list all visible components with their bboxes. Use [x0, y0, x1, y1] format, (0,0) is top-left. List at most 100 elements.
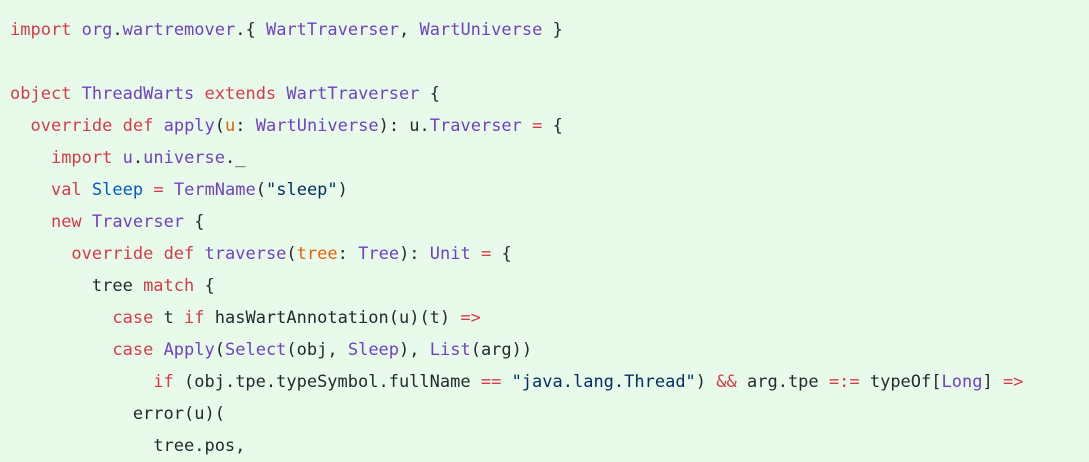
code-token-type: ThreadWarts	[81, 84, 195, 104]
code-token-plain: :	[337, 244, 359, 264]
code-token-kw: object	[10, 84, 72, 104]
code-token-type: org	[81, 20, 113, 40]
code-token-op: =	[153, 180, 164, 200]
code-line: import u.universe._	[10, 142, 1023, 174]
code-token-kw: match	[143, 276, 195, 296]
code-line: val Sleep = TermName("sleep")	[10, 174, 1023, 206]
code-token-type: Sleep	[347, 340, 400, 360]
code-token-kw: if	[184, 308, 205, 328]
code-token-kw: extends	[204, 84, 277, 104]
code-line: if (obj.tpe.typeSymbol.fullName == "java…	[10, 366, 1023, 398]
code-token-op: =	[480, 244, 492, 264]
code-token-kw: import	[50, 148, 113, 168]
code-line: tree match {	[10, 270, 1023, 302]
code-line: object ThreadWarts extends WartTraverser…	[10, 78, 1023, 110]
code-token-plain: {	[184, 212, 205, 232]
code-token-plain: t	[153, 308, 185, 328]
code-token-plain: (	[255, 180, 266, 200]
code-token-type: Select	[225, 340, 287, 360]
code-token-type: traverse	[204, 244, 287, 264]
code-token-param: u	[225, 116, 236, 136]
code-token-kw: case	[112, 340, 154, 360]
code-line: error(u)(	[10, 398, 1023, 430]
code-token-plain: {	[419, 84, 440, 104]
code-line: override def apply(u: WartUniverse): u.T…	[10, 110, 1023, 142]
code-line: tree.pos,	[10, 430, 1023, 462]
code-token-param: tree	[296, 244, 338, 264]
code-token-plain: (	[214, 116, 226, 136]
code-token-type: Traverser	[429, 116, 522, 136]
code-token-kw: new	[50, 212, 82, 232]
code-token-plain: (arg))	[470, 340, 533, 360]
code-token-name: Sleep	[91, 180, 144, 200]
code-token-plain: .{	[235, 20, 266, 40]
code-token-type: apply	[163, 116, 215, 136]
code-token-plain: tree.pos,	[10, 436, 246, 456]
code-token-plain: :	[235, 116, 256, 136]
code-line: override def traverse(tree: Tree): Unit …	[10, 238, 1023, 270]
code-token-type: List	[429, 340, 471, 360]
code-token-type: TermName	[173, 180, 256, 200]
code-token-plain: )	[337, 180, 348, 200]
code-token-plain: error(u)(	[10, 404, 225, 424]
code-token-type: WartTraverser	[286, 84, 420, 104]
code-token-plain: (obj.tpe.typeSymbol.fullName	[173, 372, 481, 392]
code-token-op: =	[532, 116, 543, 136]
code-token-plain: (	[286, 244, 297, 264]
code-token-type: Unit	[429, 244, 471, 264]
code-token-kw: if	[153, 372, 174, 392]
code-token-str: "sleep"	[266, 180, 338, 200]
code-token-type: Traverser	[91, 212, 185, 232]
code-block[interactable]: import org.wartremover.{ WartTraverser, …	[10, 14, 1023, 462]
code-token-type: WartUniverse	[255, 116, 379, 136]
code-token-type: u	[122, 148, 133, 168]
code-token-kw: import	[10, 20, 72, 40]
code-line: new Traverser {	[10, 206, 1023, 238]
code-token-plain: {	[491, 244, 512, 264]
code-token-op: =>	[460, 308, 481, 328]
code-token-op: ==	[480, 372, 502, 392]
code-token-plain: typeOf[	[859, 372, 942, 392]
code-token-kw: case	[112, 308, 154, 328]
code-token-op: =:=	[828, 372, 860, 392]
code-line: case Apply(Select(obj, Sleep), List(arg)…	[10, 334, 1023, 366]
code-token-plain: {	[194, 276, 215, 296]
code-token-kw: def	[122, 116, 154, 136]
code-token-plain: .	[132, 148, 144, 168]
code-token-plain: (obj,	[286, 340, 348, 360]
code-token-plain: ]	[982, 372, 1003, 392]
code-token-type: Long	[941, 372, 983, 392]
code-token-plain: ,	[399, 20, 420, 40]
code-token-type: Apply	[163, 340, 215, 360]
code-token-plain: {	[542, 116, 563, 136]
code-token-type: WartTraverser	[265, 20, 400, 40]
code-token-kw: val	[50, 180, 82, 200]
code-token-op: =>	[1002, 372, 1024, 392]
code-token-plain: )	[695, 372, 717, 392]
code-token-plain: ),	[399, 340, 430, 360]
code-editor[interactable]: import org.wartremover.{ WartTraverser, …	[0, 0, 1089, 462]
code-token-kw: override	[71, 244, 154, 264]
code-token-op: &&	[716, 372, 737, 392]
code-token-str: "java.lang.Thread"	[511, 372, 696, 392]
